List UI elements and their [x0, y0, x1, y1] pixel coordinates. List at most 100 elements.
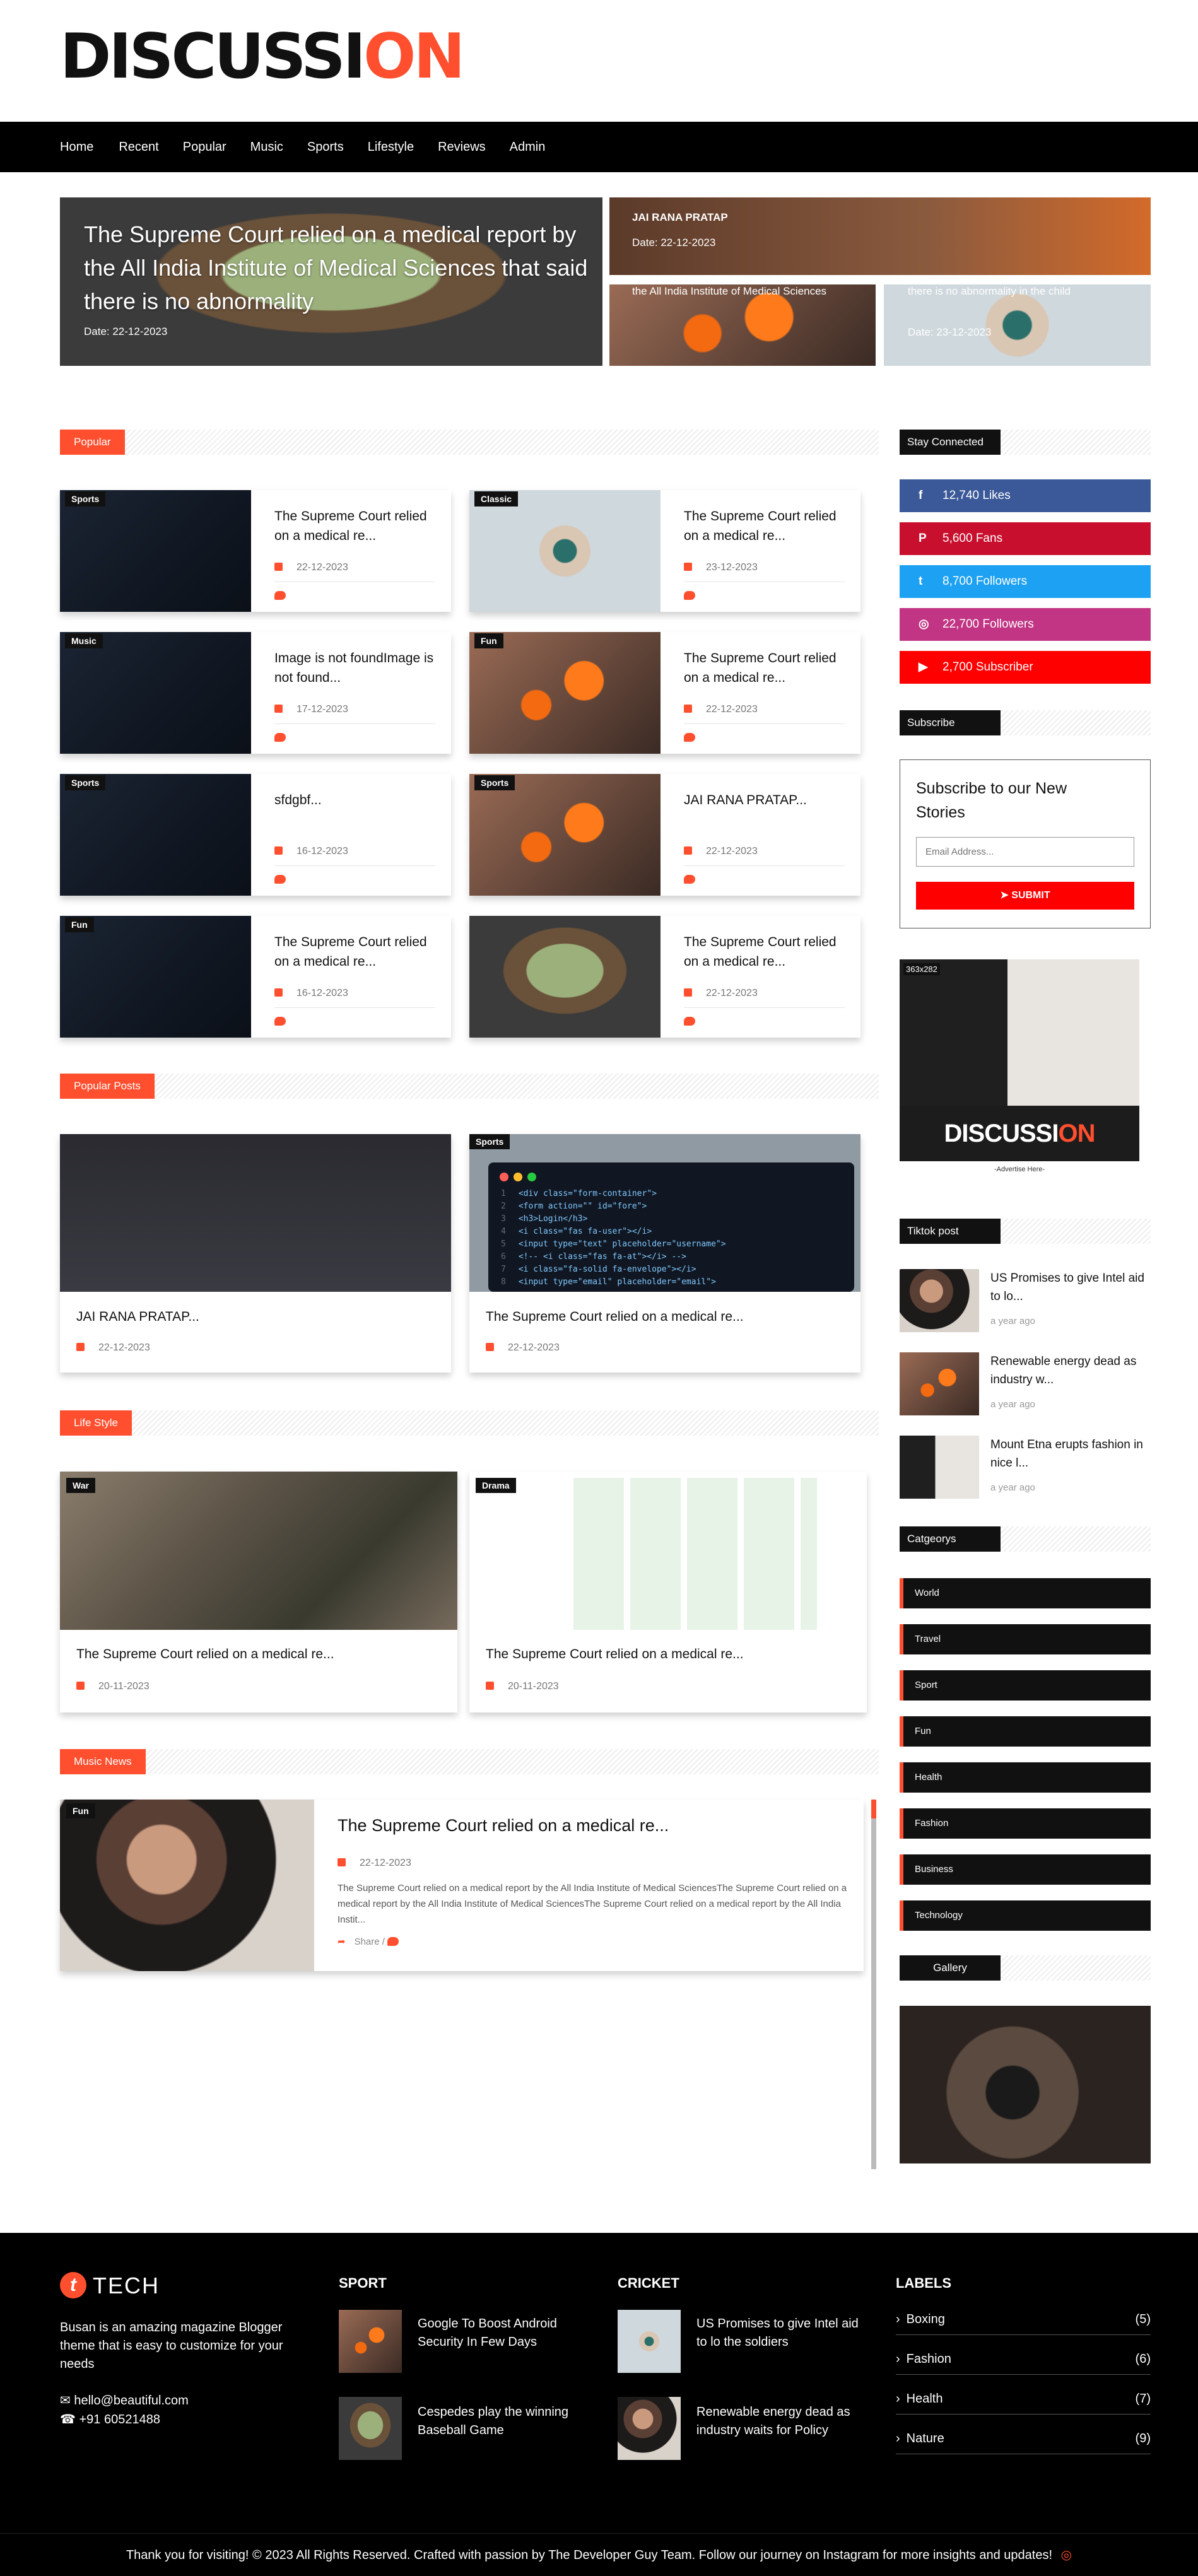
tiktok-item[interactable]: US Promises to give Intel aid to lo... a …: [900, 1269, 1151, 1335]
comment-icon[interactable]: [684, 591, 695, 600]
nav-item-sports[interactable]: Sports: [307, 122, 344, 172]
social-likes-button[interactable]: f 12,740 Likes: [900, 479, 1151, 512]
tiktok-item[interactable]: Renewable energy dead as industry w... a …: [900, 1352, 1151, 1418]
hero-bottom-left[interactable]: The Supreme Court relied on a medical re…: [609, 284, 876, 366]
nav-item-music[interactable]: Music: [250, 122, 283, 172]
nav-item-reviews[interactable]: Reviews: [438, 122, 486, 172]
hero-top-right[interactable]: JAI RANA PRATAP Date: 22-12-2023: [609, 197, 1151, 275]
label-item-nature[interactable]: › Nature (9): [896, 2423, 1151, 2454]
category-badge[interactable]: Music: [65, 633, 103, 648]
comment-icon[interactable]: [274, 875, 286, 884]
footer-logo[interactable]: t TECH: [60, 2272, 160, 2300]
category-item-world[interactable]: World: [900, 1578, 1151, 1608]
post-title[interactable]: The Supreme Court relied on a medical re…: [76, 1644, 334, 1664]
footer-email[interactable]: ✉ hello@beautiful.com: [60, 2392, 189, 2410]
post-title[interactable]: The Supreme Court relied on a medical re…: [684, 648, 854, 688]
social-subscriber-button[interactable]: ▶ 2,700 Subscriber: [900, 651, 1151, 684]
instagram-icon[interactable]: ◎: [1061, 2548, 1072, 2562]
post-title[interactable]: Image is not foundImage is not found...: [274, 648, 445, 688]
music-news-card[interactable]: Fun The Supreme Court relied on a medica…: [60, 1800, 864, 1971]
category-badge[interactable]: Fun: [66, 1803, 95, 1818]
post-title[interactable]: JAI RANA PRATAP...: [76, 1307, 199, 1326]
site-logo[interactable]: DISCUSSION: [60, 25, 465, 88]
tiktok-title[interactable]: Renewable energy dead as industry w...: [990, 1352, 1148, 1389]
comment-icon[interactable]: [274, 1017, 286, 1026]
social-followers-button[interactable]: t 8,700 Followers: [900, 565, 1151, 598]
email-field[interactable]: [916, 837, 1134, 867]
category-item-business[interactable]: Business: [900, 1854, 1151, 1885]
popular-card[interactable]: Music Image is not foundImage is not foun…: [60, 632, 451, 754]
category-item-fun[interactable]: Fun: [900, 1716, 1151, 1747]
category-badge[interactable]: Sports: [474, 775, 515, 790]
category-item-health[interactable]: Health: [900, 1762, 1151, 1793]
tiktok-item[interactable]: Mount Etna erupts fashion in nice l... a …: [900, 1436, 1151, 1501]
footer-sport-link[interactable]: Cespedes play the winning Baseball Game: [418, 2403, 588, 2440]
nav-item-lifestyle[interactable]: Lifestyle: [368, 122, 414, 172]
footer-cricket-thumb[interactable]: [618, 2310, 681, 2373]
category-badge[interactable]: Drama: [476, 1478, 516, 1493]
nav-item-popular[interactable]: Popular: [183, 122, 226, 172]
category-item-technology[interactable]: Technology: [900, 1900, 1151, 1931]
category-badge[interactable]: Sports: [469, 1134, 510, 1149]
life-style-card[interactable]: Drama The Supreme Court relied on a medi…: [469, 1472, 867, 1712]
tiktok-title[interactable]: Mount Etna erupts fashion in nice l...: [990, 1436, 1148, 1472]
nav-item-home[interactable]: Home: [60, 122, 93, 172]
footer-cricket-link[interactable]: Renewable energy dead as industry waits …: [696, 2403, 867, 2440]
category-item-sport[interactable]: Sport: [900, 1670, 1151, 1701]
popular-card[interactable]: Fun The Supreme Court relied on a medical…: [469, 632, 860, 754]
category-badge[interactable]: Sports: [65, 491, 106, 506]
post-title[interactable]: The Supreme Court relied on a medical re…: [486, 1644, 744, 1664]
post-title[interactable]: The Supreme Court relied on a medical re…: [274, 506, 445, 546]
comment-icon[interactable]: [274, 733, 286, 742]
category-badge[interactable]: War: [66, 1478, 95, 1493]
post-title[interactable]: JAI RANA PRATAP...: [684, 790, 854, 810]
comment-icon[interactable]: [684, 1017, 695, 1026]
footer-phone[interactable]: ☎ +91 60521488: [60, 2411, 160, 2429]
comment-icon[interactable]: [274, 591, 286, 600]
comment-icon[interactable]: [684, 733, 695, 742]
hero-main[interactable]: The Supreme Court relied on a medical re…: [60, 197, 602, 366]
label-item-boxing[interactable]: › Boxing (5): [896, 2304, 1151, 2335]
label-item-health[interactable]: › Health (7): [896, 2383, 1151, 2415]
category-badge[interactable]: Fun: [474, 633, 503, 648]
category-item-travel[interactable]: Travel: [900, 1624, 1151, 1654]
category-badge[interactable]: Classic: [474, 491, 519, 506]
category-badge[interactable]: Fun: [65, 917, 94, 932]
footer-cricket-thumb[interactable]: [618, 2397, 681, 2460]
popular-card[interactable]: Sports The Supreme Court relied on a medi…: [60, 490, 451, 612]
submit-button[interactable]: ➤ SUBMIT: [916, 882, 1134, 910]
social-icon: ▶: [919, 660, 928, 674]
footer-sport-thumb[interactable]: [339, 2397, 402, 2460]
popular-card[interactable]: The Supreme Court relied on a medical re…: [469, 916, 860, 1038]
post-title[interactable]: sfdgbf...: [274, 790, 445, 810]
comment-icon[interactable]: [684, 875, 695, 884]
footer-sport-link[interactable]: Google To Boost Android Security In Few …: [418, 2315, 588, 2351]
popular-card[interactable]: Fun The Supreme Court relied on a medical…: [60, 916, 451, 1038]
popular-post-card[interactable]: JAI RANA PRATAP... 22-12-2023: [60, 1134, 451, 1373]
ad-banner[interactable]: 363x282 DISCUSSION: [900, 959, 1139, 1161]
tiktok-title[interactable]: US Promises to give Intel aid to lo...: [990, 1269, 1148, 1306]
popular-card[interactable]: Sports JAI RANA PRATAP... 22-12-2023: [469, 774, 860, 896]
post-title[interactable]: The Supreme Court relied on a medical re…: [338, 1816, 669, 1835]
post-title[interactable]: The Supreme Court relied on a medical re…: [274, 932, 445, 971]
category-badge[interactable]: Sports: [65, 775, 106, 790]
post-title[interactable]: The Supreme Court relied on a medical re…: [684, 932, 854, 971]
label-item-fashion[interactable]: › Fashion (6): [896, 2343, 1151, 2375]
hero-bottom-right[interactable]: The Supreme Court relied on a medical re…: [884, 284, 1151, 366]
share-link[interactable]: ➦ Share /: [338, 1936, 399, 1947]
category-item-fashion[interactable]: Fashion: [900, 1808, 1151, 1839]
social-followers-button[interactable]: ◎ 22,700 Followers: [900, 608, 1151, 641]
popular-post-card[interactable]: 1 <div class="form-container"> 2 <form acti…: [469, 1134, 860, 1373]
popular-card[interactable]: Classic The Supreme Court relied on a med…: [469, 490, 860, 612]
popular-card[interactable]: Sports sfdgbf... 16-12-2023: [60, 774, 451, 896]
life-style-card[interactable]: War The Supreme Court relied on a medica…: [60, 1472, 457, 1712]
post-title[interactable]: The Supreme Court relied on a medical re…: [486, 1307, 744, 1326]
footer-cricket-link[interactable]: US Promises to give Intel aid to lo the …: [696, 2315, 867, 2351]
chevron-right-icon: ›: [896, 2312, 900, 2326]
post-title[interactable]: The Supreme Court relied on a medical re…: [684, 506, 854, 546]
nav-item-recent[interactable]: Recent: [119, 122, 158, 172]
gallery-image[interactable]: [900, 2006, 1151, 2163]
footer-sport-thumb[interactable]: [339, 2310, 402, 2373]
nav-item-admin[interactable]: Admin: [510, 122, 546, 172]
social-fans-button[interactable]: P 5,600 Fans: [900, 522, 1151, 555]
